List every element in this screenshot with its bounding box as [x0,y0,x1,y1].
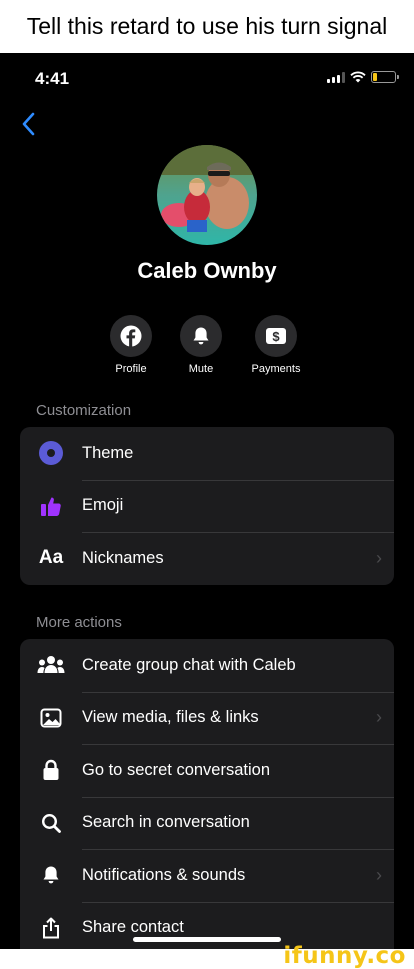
contact-name: Caleb Ownby [137,258,277,283]
image-icon [40,708,62,728]
emoji-label: Emoji [82,496,124,515]
bell-icon [43,866,59,884]
search-icon [41,813,61,833]
watermark-logo: ifunny.co [283,943,406,969]
theme-icon [39,441,63,466]
secret-conversation-row[interactable]: Go to secret conversation [20,744,394,797]
payments-action[interactable]: $ Payments [236,315,316,375]
share-icon [43,917,59,939]
more-actions-group: Create group chat with Caleb View media,… [20,639,394,949]
bell-icon [193,327,209,345]
svg-text:$: $ [272,329,280,344]
home-indicator[interactable] [133,937,281,942]
signal-icon [327,71,345,83]
search-conversation-row[interactable]: Search in conversation [20,796,394,850]
profile-label: Profile [115,363,147,375]
avatar-photo [157,145,257,245]
theme-label: Theme [82,443,134,462]
wifi-icon [350,71,366,83]
group-icon [37,656,65,674]
chevron-right-icon: › [376,547,382,568]
mute-action[interactable]: Mute [161,315,241,375]
view-media-row[interactable]: View media, files & links › [20,691,394,745]
lock-icon [43,760,59,781]
search-conversation-label: Search in conversation [82,813,250,832]
customization-title: Customization [36,402,132,419]
view-media-label: View media, files & links [82,708,259,727]
share-contact-label: Share contact [82,918,184,937]
secret-conversation-label: Go to secret conversation [82,760,271,779]
notifications-label: Notifications & sounds [82,865,246,884]
chevron-right-icon: › [376,864,382,885]
status-bar: 4:41 [0,53,414,103]
thumbs-up-icon [41,497,61,516]
status-time: 4:41 [35,69,70,88]
facebook-icon [120,325,142,347]
more-actions-title: More actions [36,614,122,631]
nicknames-row[interactable]: Aa Nicknames › [20,532,394,585]
chevron-right-icon: › [376,707,382,728]
emoji-row[interactable]: Emoji [20,479,394,533]
theme-row[interactable]: Theme [20,427,394,480]
aa-icon: Aa [38,547,64,569]
payments-label: Payments [251,363,301,375]
caption-text: Tell this retard to use his turn signal [0,0,414,53]
messenger-contact-screen: 4:41 Caleb Ownby Profile Mute $ Payments… [0,53,414,949]
nicknames-label: Nicknames [82,548,164,567]
mute-label: Mute [188,363,214,375]
back-chevron-icon[interactable] [18,111,40,137]
notifications-row[interactable]: Notifications & sounds › [20,849,394,902]
profile-action[interactable]: Profile [91,315,171,375]
battery-icon [371,71,399,83]
dollar-icon: $ [266,328,286,344]
create-group-label: Create group chat with Caleb [82,655,296,674]
customization-group: Theme Emoji Aa Nicknames › [20,427,394,585]
create-group-row[interactable]: Create group chat with Caleb [20,639,394,692]
contact-avatar[interactable] [157,145,257,245]
status-icons [327,71,399,83]
